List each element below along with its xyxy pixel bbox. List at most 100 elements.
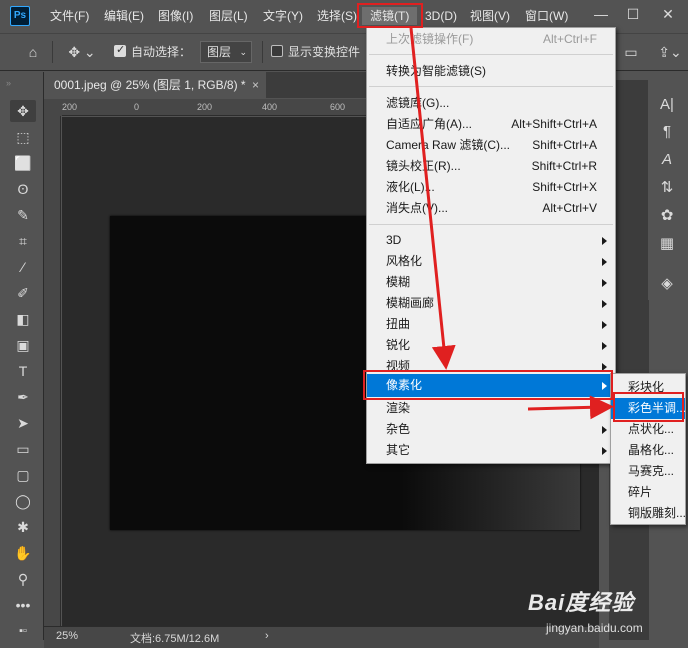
- rectangle-tool-icon[interactable]: ▭: [10, 438, 36, 460]
- crop-tool-icon[interactable]: ⌗: [10, 230, 36, 252]
- layers-panel-icon[interactable]: ◈: [654, 273, 680, 295]
- submenu-item-mezzotint[interactable]: 铜版雕刻...: [611, 503, 686, 524]
- menu-item-other[interactable]: 其它: [367, 440, 615, 461]
- photoshop-logo: Ps: [10, 6, 30, 26]
- submenu-item-pointillize[interactable]: 点状化...: [611, 419, 685, 440]
- more-tools-icon[interactable]: •••: [10, 594, 36, 616]
- submenu-arrow-icon: [602, 237, 607, 245]
- highlight-box-color-halftone: [613, 392, 684, 422]
- ruler-tick: 600: [330, 102, 346, 112]
- menu-item-adaptive-wide-angle[interactable]: 自适应广角(A)... Alt+Shift+Ctrl+A: [367, 114, 615, 135]
- status-more-arrow[interactable]: ›: [265, 630, 269, 642]
- path-select-tool-icon[interactable]: ➤: [10, 412, 36, 434]
- menu-item-lens-correction[interactable]: 镜头校正(R)... Shift+Ctrl+R: [367, 156, 615, 177]
- menu-item-liquify[interactable]: 液化(L)... Shift+Ctrl+X: [367, 177, 615, 198]
- divider: [262, 41, 263, 63]
- submenu-arrow-icon: [602, 426, 607, 434]
- menu-item-last-filter: 上次滤镜操作(F) Alt+Ctrl+F: [386, 32, 597, 46]
- status-bar: [44, 626, 599, 648]
- rounded-rect-tool-icon[interactable]: ▢: [10, 464, 36, 486]
- watermark-logo: Bai度经验: [528, 590, 635, 615]
- menu-image[interactable]: 图像(I): [158, 7, 193, 25]
- gradient-tool-icon[interactable]: ▣: [10, 334, 36, 356]
- watermark-url: jingyan.baidu.com: [546, 621, 643, 635]
- brush-tool-icon[interactable]: ✐: [10, 282, 36, 304]
- ellipse-tool-icon[interactable]: ◯: [10, 490, 36, 512]
- show-transform-checkbox[interactable]: [271, 45, 283, 57]
- properties-panel-icon[interactable]: ⇅: [654, 177, 680, 199]
- move-tool-preset-icon[interactable]: ✥ ⌄: [62, 41, 102, 63]
- menu-item-sharpen[interactable]: 锐化: [367, 335, 615, 356]
- submenu-arrow-icon: [602, 447, 607, 455]
- eraser-tool-icon[interactable]: ◧: [10, 308, 36, 330]
- menu-select[interactable]: 选择(S): [317, 7, 357, 25]
- glyphs-panel-icon[interactable]: A: [654, 149, 680, 171]
- document-tab[interactable]: 0001.jpeg @ 25% (图层 1, RGB/8) *: [44, 72, 266, 98]
- layer-select-dropdown[interactable]: 图层 ⌄: [200, 41, 252, 63]
- zoom-tool-icon[interactable]: ⚲: [10, 568, 36, 590]
- menu-window[interactable]: 窗口(W): [525, 7, 568, 25]
- menu-item-smart-filter[interactable]: 转换为智能滤镜(S): [367, 61, 615, 82]
- menu-file[interactable]: 文件(F): [50, 7, 89, 25]
- auto-select-checkbox[interactable]: [114, 43, 126, 57]
- share-icon[interactable]: ⇪⌄: [655, 41, 685, 63]
- submenu-arrow-icon: [602, 321, 607, 329]
- grid-panel-icon[interactable]: ▦: [654, 233, 680, 255]
- divider: [52, 41, 53, 63]
- submenu-item-mosaic[interactable]: 马赛克...: [611, 461, 685, 482]
- menu-separator: [369, 86, 613, 87]
- menu-item-3d[interactable]: 3D: [367, 230, 615, 251]
- menu-separator: [369, 224, 613, 225]
- character-panel-icon[interactable]: A|: [654, 94, 680, 116]
- zoom-level[interactable]: 25%: [56, 630, 78, 642]
- menu-item-distort[interactable]: 扭曲: [367, 314, 615, 335]
- move-tool-icon[interactable]: ✥: [10, 100, 36, 122]
- paragraph-panel-icon[interactable]: ¶: [654, 121, 680, 143]
- color-swatches-icon[interactable]: ▪▫: [10, 620, 36, 642]
- quick-select-tool-icon[interactable]: ✎: [10, 204, 36, 226]
- menu-layer[interactable]: 图层(L): [209, 7, 248, 25]
- menu-item-noise[interactable]: 杂色: [367, 419, 615, 440]
- artboard-tool-icon[interactable]: ⬚: [10, 126, 36, 148]
- menu-item-render[interactable]: 渲染: [367, 398, 615, 419]
- ruler-tick: 400: [262, 102, 278, 112]
- type-tool-icon[interactable]: T: [10, 360, 36, 382]
- submenu-item-crystallize[interactable]: 晶格化...: [611, 440, 685, 461]
- submenu-arrow-icon: [602, 405, 607, 413]
- menu-view[interactable]: 视图(V): [470, 7, 510, 25]
- menu-item-stylize[interactable]: 风格化: [367, 251, 615, 272]
- submenu-item-fragment[interactable]: 碎片: [611, 482, 685, 503]
- submenu-arrow-icon: [602, 342, 607, 350]
- eyedropper-tool-icon[interactable]: ⁄: [10, 256, 36, 278]
- menu-item-blur-gallery[interactable]: 模糊画廊: [367, 293, 615, 314]
- highlight-box-pixelate: [363, 370, 613, 400]
- submenu-arrow-icon: [602, 279, 607, 287]
- auto-select-label: 自动选择：: [131, 45, 192, 59]
- menu-item-vanishing-point[interactable]: 消失点(V)... Alt+Ctrl+V: [367, 198, 615, 219]
- minimize-button[interactable]: —: [588, 4, 614, 24]
- close-tab-button[interactable]: ×: [252, 72, 259, 98]
- menu-3d[interactable]: 3D(D): [425, 7, 457, 25]
- layer-select-value: 图层: [207, 45, 232, 59]
- maximize-button[interactable]: ☐: [620, 4, 646, 24]
- baidu-watermark: Bai度经验 jingyan.baidu.com: [528, 585, 688, 645]
- panel-collapse-icon[interactable]: »: [6, 78, 11, 88]
- close-window-button[interactable]: ✕: [655, 4, 681, 24]
- chevron-down-icon: ⌄: [239, 47, 247, 57]
- marquee-tool-icon[interactable]: ⬜: [10, 152, 36, 174]
- hand-tool-icon[interactable]: ✋: [10, 542, 36, 564]
- align-icon[interactable]: ▭: [618, 41, 644, 63]
- ruler-tick: 0: [134, 102, 140, 112]
- menu-item-filter-gallery[interactable]: 滤镜库(G)...: [367, 93, 615, 114]
- home-icon[interactable]: ⌂: [20, 41, 46, 63]
- show-transform-label: 显示变换控件: [288, 45, 361, 59]
- menu-separator: [369, 54, 613, 55]
- menu-edit[interactable]: 编辑(E): [104, 7, 144, 25]
- custom-shape-tool-icon[interactable]: ✱: [10, 516, 36, 538]
- menu-type[interactable]: 文字(Y): [263, 7, 303, 25]
- pen-tool-icon[interactable]: ✒: [10, 386, 36, 408]
- menu-item-camera-raw[interactable]: Camera Raw 滤镜(C)... Shift+Ctrl+A: [367, 135, 615, 156]
- swatches-panel-icon[interactable]: ✿: [654, 205, 680, 227]
- menu-item-blur[interactable]: 模糊: [367, 272, 615, 293]
- lasso-tool-icon[interactable]: ʘ: [10, 178, 36, 200]
